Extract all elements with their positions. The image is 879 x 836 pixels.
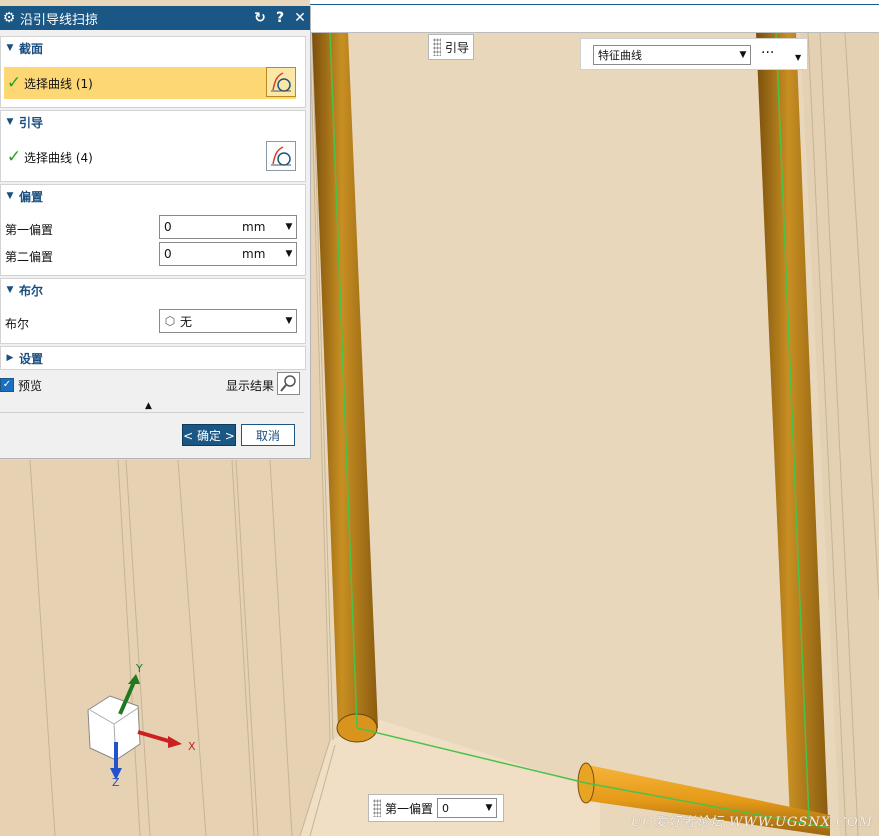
close-icon[interactable]: ✕ — [290, 10, 310, 26]
check-icon: ✓ — [6, 146, 22, 167]
type-filter-dropdown[interactable]: 特征曲线 ▼ — [593, 45, 751, 65]
second-offset-value: 0 — [164, 247, 172, 261]
second-offset-unit: mm — [242, 247, 266, 261]
help-icon[interactable]: ? — [270, 10, 290, 26]
select-guide-curve-label: 选择曲线 (4) — [24, 150, 93, 165]
preview-checkbox[interactable]: ✓ — [0, 378, 14, 392]
boolean-panel-title: 布尔 — [19, 283, 44, 298]
guide-chip-label: 引导 — [445, 40, 470, 55]
expand-triangle-icon: ▶ — [6, 353, 14, 363]
offset-chip-label: 第一偏置 — [385, 801, 434, 816]
cancel-button[interactable]: 取消 — [241, 424, 295, 446]
guide-label-chip[interactable]: 引导 — [428, 34, 474, 60]
curve-select-icon[interactable] — [266, 141, 296, 171]
collapse-triangle-icon: ▼ — [6, 285, 14, 295]
boolean-none-icon: ⬡ — [164, 314, 176, 328]
boolean-value: 无 — [180, 314, 193, 329]
collapse-triangle-icon: ▼ — [6, 117, 14, 127]
select-section-curve-row[interactable]: ✓ 选择曲线 (1) — [4, 67, 296, 99]
check-icon: ✓ — [6, 72, 22, 93]
axis-z-label: Z — [112, 776, 120, 789]
offset-chip-value: 0 — [442, 801, 450, 815]
gear-icon[interactable]: ⚙ — [0, 10, 18, 26]
watermark-text: UG爱好者论坛 WWW.UGSNX.COM — [630, 815, 873, 830]
section-panel-header[interactable]: ▼ 截面 — [1, 37, 305, 59]
selection-filter-bar: 特征曲线 ▼ ··· ▼ — [580, 38, 808, 70]
first-offset-unit: mm — [242, 220, 266, 234]
more-options-button[interactable]: ··· — [761, 45, 774, 61]
collapse-triangle-icon: ▼ — [6, 43, 14, 53]
reset-icon[interactable]: ↻ — [250, 10, 270, 26]
dialog-title: 沿引导线扫掠 — [20, 12, 99, 28]
section-panel-title: 截面 — [19, 41, 44, 56]
collapse-triangle-icon: ▼ — [6, 191, 14, 201]
second-offset-input[interactable]: 0 mm ▼ — [159, 242, 297, 266]
preview-label: 预览 — [18, 378, 43, 393]
first-offset-label: 第一偏置 — [5, 223, 54, 237]
offset-panel-title: 偏置 — [19, 189, 44, 204]
drag-grip-icon[interactable] — [433, 38, 441, 56]
section-panel: ▼ 截面 ✓ 选择曲线 (1) — [0, 36, 306, 108]
show-result-button[interactable] — [277, 372, 300, 395]
settings-panel: ▶ 设置 — [0, 346, 306, 370]
chevron-down-icon[interactable]: ▼ — [282, 249, 296, 259]
type-filter-value: 特征曲线 — [598, 49, 642, 62]
boolean-panel: ▼ 布尔 布尔 ⬡ 无 ▼ — [0, 278, 306, 344]
show-result-label: 显示结果 — [226, 378, 275, 393]
second-offset-label: 第二偏置 — [5, 250, 54, 264]
offset-panel: ▼ 偏置 第一偏置 0 mm ▼ 第二偏置 0 mm ▼ — [0, 184, 306, 276]
magnifier-icon — [280, 375, 296, 392]
sweep-along-guide-dialog: ⚙ 沿引导线扫掠 ↻ ? ✕ ▼ 截面 ✓ 选择曲线 (1) ▼ 引导 ✓ 选择… — [0, 6, 311, 459]
chevron-down-icon: ▼ — [285, 316, 293, 326]
axis-y-label: Y — [136, 662, 143, 675]
boolean-panel-header[interactable]: ▼ 布尔 — [1, 279, 305, 301]
axis-x-label: X — [188, 740, 196, 753]
chevron-down-icon: ▼ — [739, 50, 747, 60]
settings-panel-title: 设置 — [19, 351, 44, 366]
offset-chip-input[interactable]: 0 ▼ — [437, 798, 498, 818]
dialog-titlebar[interactable]: ⚙ 沿引导线扫掠 ↻ ? ✕ — [0, 6, 310, 30]
boolean-dropdown[interactable]: ⬡ 无 ▼ — [159, 309, 297, 333]
guide-panel: ▼ 引导 ✓ 选择曲线 (4) — [0, 110, 306, 182]
preview-row: ✓ 预览 显示结果 — [0, 372, 304, 398]
offset-input-chip: 第一偏置 0 ▼ — [368, 794, 504, 822]
guide-panel-header[interactable]: ▼ 引导 — [1, 111, 305, 133]
select-guide-curve-row[interactable]: ✓ 选择曲线 (4) — [4, 141, 296, 173]
top-ribbon-strip — [310, 0, 879, 33]
chevron-down-icon: ▼ — [485, 803, 493, 813]
offset-panel-header[interactable]: ▼ 偏置 — [1, 185, 305, 207]
drag-grip-icon[interactable] — [373, 799, 381, 817]
settings-panel-header[interactable]: ▶ 设置 — [1, 347, 305, 369]
first-offset-input[interactable]: 0 mm ▼ — [159, 215, 297, 239]
ok-button[interactable]: < 确定 > — [182, 424, 236, 446]
collapse-up-icon[interactable]: ▲ — [145, 401, 152, 411]
chevron-down-icon[interactable]: ▼ — [282, 222, 296, 232]
curve-select-icon[interactable] — [266, 67, 296, 97]
chevron-down-icon[interactable]: ▼ — [795, 53, 801, 62]
guide-panel-title: 引导 — [19, 115, 44, 130]
select-section-curve-label: 选择曲线 (1) — [24, 76, 93, 91]
boolean-label: 布尔 — [5, 317, 30, 331]
first-offset-value: 0 — [164, 220, 172, 234]
divider — [0, 412, 304, 413]
